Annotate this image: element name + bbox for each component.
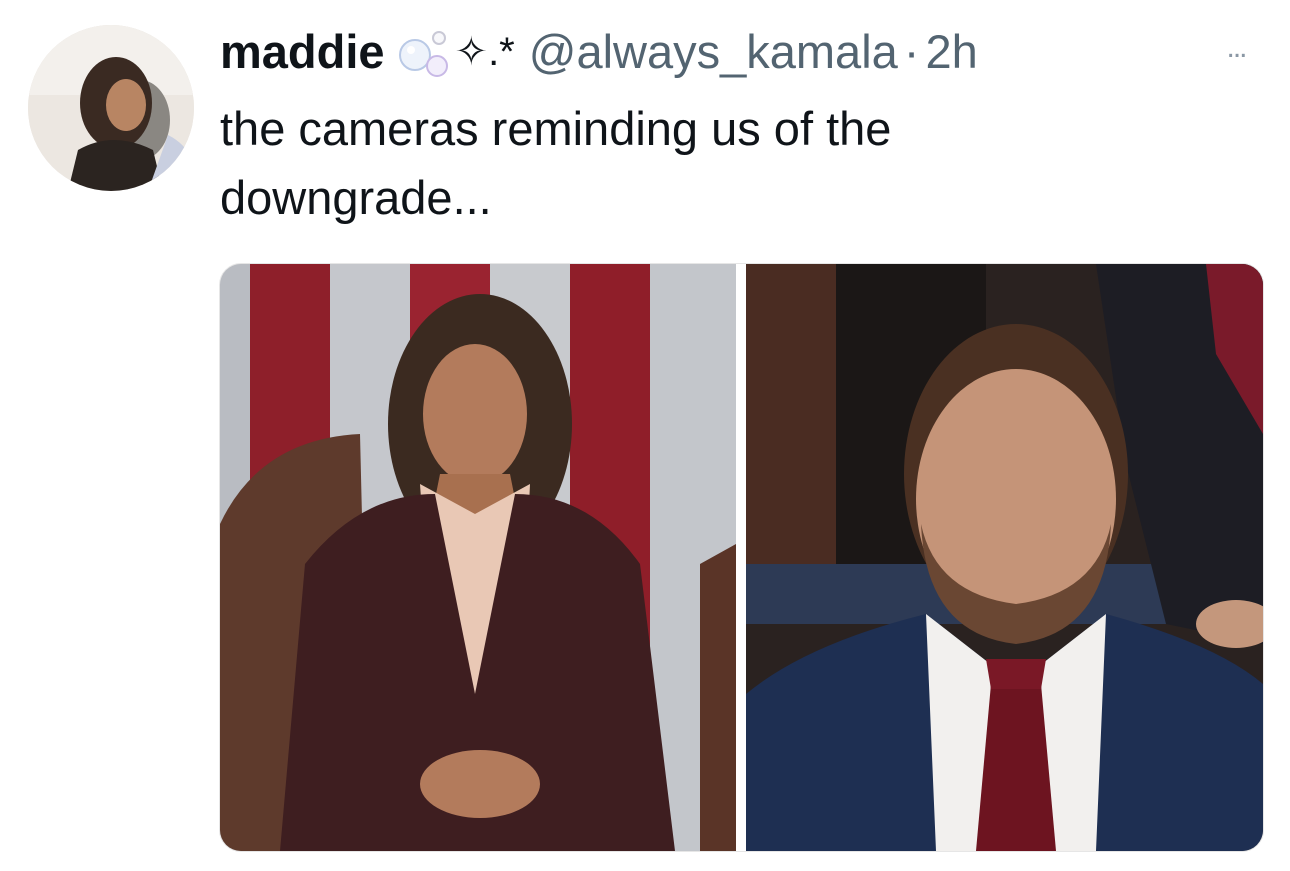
photo-right[interactable] xyxy=(746,264,1263,851)
more-options-icon[interactable]: ... xyxy=(1208,30,1264,66)
tweet-header: maddie ✧.* @always_kamala · 2h xyxy=(220,22,978,82)
bubbles-emoji-icon xyxy=(395,25,453,79)
photo-left-image xyxy=(220,264,736,851)
user-handle[interactable]: @always_kamala xyxy=(529,22,898,82)
tweet-text: the cameras reminding us of the downgrad… xyxy=(220,102,892,224)
photo-left[interactable] xyxy=(220,264,736,851)
separator-dot: · xyxy=(903,25,920,78)
display-name[interactable]: maddie xyxy=(220,22,385,82)
media-grid[interactable] xyxy=(219,263,1264,852)
timestamp[interactable]: 2h xyxy=(925,22,977,82)
name-sparkle: ✧.* xyxy=(454,30,515,74)
tweet[interactable]: maddie ✧.* @always_kamala · 2h ... the c… xyxy=(0,0,1290,871)
photo-right-image xyxy=(746,264,1263,851)
media-divider xyxy=(736,264,746,851)
avatar-image xyxy=(28,25,194,191)
avatar[interactable] xyxy=(28,25,194,191)
